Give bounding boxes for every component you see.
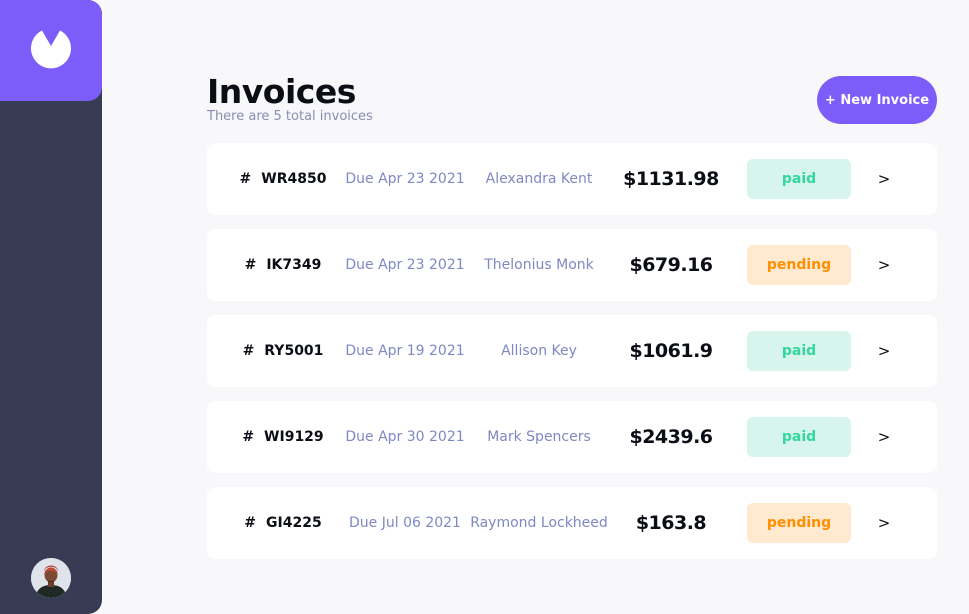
hash-symbol: # — [242, 429, 255, 445]
status-badge: paid — [747, 417, 851, 457]
invoice-due-date: Due Apr 30 2021 — [345, 429, 465, 445]
invoice-id: GI4225 — [266, 515, 322, 531]
chevron-right-icon[interactable]: > — [877, 229, 891, 301]
logo-button[interactable] — [0, 0, 102, 101]
chevron-right-icon[interactable]: > — [877, 143, 891, 215]
sidebar — [0, 0, 102, 614]
hash-symbol: # — [244, 257, 257, 273]
client-name: Allison Key — [501, 343, 577, 359]
status-badge: pending — [747, 503, 851, 543]
client-name: Mark Spencers — [487, 429, 591, 445]
chevron-right-icon[interactable]: > — [877, 315, 891, 387]
invoice-count: There are 5 total invoices — [207, 109, 373, 124]
status-badge: paid — [747, 159, 851, 199]
status-badge: paid — [747, 331, 851, 371]
invoice-due-date: Due Apr 23 2021 — [345, 257, 465, 273]
invoice-row[interactable]: # IK7349 Due Apr 23 2021 Thelonius Monk $679… — [207, 229, 937, 301]
hash-symbol: # — [239, 171, 252, 187]
logo-icon — [31, 30, 71, 69]
hash-symbol: # — [242, 343, 255, 359]
invoice-id: IK7349 — [266, 257, 322, 273]
invoice-amount: $1131.98 — [623, 168, 719, 190]
client-name: Alexandra Kent — [485, 171, 593, 187]
invoice-amount: $2439.6 — [629, 426, 713, 448]
invoice-amount: $163.8 — [635, 512, 707, 534]
invoice-amount: $1061.9 — [629, 340, 713, 362]
client-name: Thelonius Monk — [484, 257, 594, 273]
invoice-due-date: Due Jul 06 2021 — [349, 515, 461, 531]
invoice-row[interactable]: # WI9129 Due Apr 30 2021 Mark Spencers $2439… — [207, 401, 937, 473]
invoice-row[interactable]: # WR4850 Due Apr 23 2021 Alexandra Kent $113… — [207, 143, 937, 215]
page-title: Invoices — [207, 72, 356, 111]
new-invoice-button[interactable]: + New Invoice — [817, 76, 937, 124]
hash-symbol: # — [244, 515, 257, 531]
status-badge: pending — [747, 245, 851, 285]
invoice-row[interactable]: # GI4225 Due Jul 06 2021 Raymond Lockheed $1… — [207, 487, 937, 559]
chevron-right-icon[interactable]: > — [877, 401, 891, 473]
avatar-icon — [31, 558, 71, 598]
invoice-id: RY5001 — [264, 343, 324, 359]
invoice-id: WR4850 — [261, 171, 327, 187]
invoice-row[interactable]: # RY5001 Due Apr 19 2021 Allison Key $1061.9… — [207, 315, 937, 387]
user-avatar[interactable] — [31, 558, 71, 598]
chevron-right-icon[interactable]: > — [877, 487, 891, 559]
invoice-due-date: Due Apr 23 2021 — [345, 171, 465, 187]
invoice-amount: $679.16 — [629, 254, 713, 276]
client-name: Raymond Lockheed — [470, 515, 608, 531]
invoice-id: WI9129 — [264, 429, 324, 445]
invoice-due-date: Due Apr 19 2021 — [345, 343, 465, 359]
